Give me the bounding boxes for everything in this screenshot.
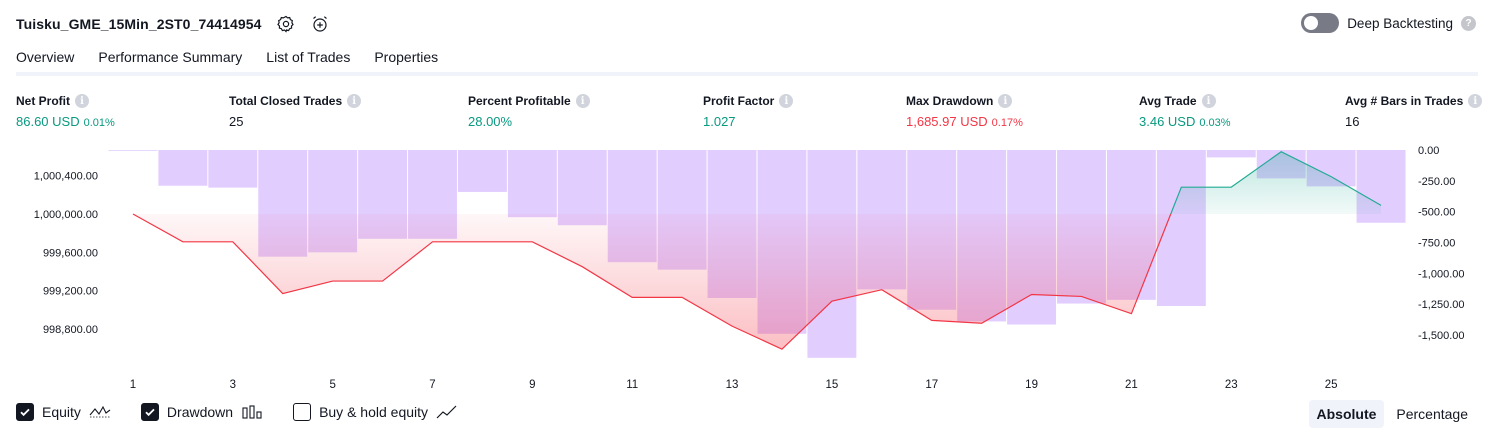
- drawdown-bar: [1206, 150, 1256, 158]
- drawdown-bar: [108, 150, 158, 151]
- metric-percent: 0.03%: [1199, 117, 1231, 129]
- metric-value: 3.46 USD: [1139, 114, 1196, 129]
- metric-label: Profit Factor: [703, 94, 775, 108]
- metric-value: 25: [229, 114, 244, 129]
- drawdown-bar: [158, 150, 208, 186]
- left-axis-tick: 999,200.00: [43, 286, 98, 298]
- legend-equity[interactable]: Equity: [16, 403, 111, 421]
- legend-buy-hold-equity[interactable]: Buy & hold equity: [293, 403, 458, 421]
- legend-drawdown[interactable]: Drawdown: [140, 403, 263, 421]
- metric-label: Avg # Bars in Trades: [1345, 94, 1464, 108]
- equity-drawdown-chart[interactable]: 1,000,400.00 1,000,000.00 999,600.00 999,20…: [0, 140, 1494, 395]
- drawdown-checkbox[interactable]: [140, 403, 159, 421]
- metric-total-closed-trades: Total Closed Trades i 25: [229, 94, 362, 129]
- metric-value: 16: [1345, 114, 1360, 129]
- metric-percent-profitable: Percent Profitable i 28.00%: [468, 94, 590, 129]
- right-axis-tick: -250.00: [1418, 176, 1455, 188]
- drawdown-bar: [457, 150, 507, 192]
- tab-properties[interactable]: Properties: [374, 46, 438, 74]
- strategy-header: Tuisku_GME_15Min_2ST0_74414954: [16, 12, 330, 36]
- x-axis-tick: 19: [1025, 379, 1038, 391]
- metric-value: 86.60 USD: [16, 114, 80, 129]
- info-icon[interactable]: i: [75, 94, 89, 108]
- right-axis-tick: -1,500.00: [1418, 330, 1464, 342]
- legend-label: Buy & hold equity: [319, 404, 429, 420]
- info-icon[interactable]: i: [1201, 94, 1216, 108]
- x-axis-tick: 1: [130, 379, 136, 391]
- x-axis-tick: 11: [626, 379, 638, 391]
- metric-label: Total Closed Trades: [229, 94, 343, 108]
- metric-avg-bars-in-trades: Avg # Bars in Trades i 16: [1345, 94, 1483, 129]
- x-axis-tick: 7: [429, 379, 435, 391]
- left-axis-tick: 1,000,400.00: [34, 171, 98, 183]
- tab-divider: [16, 72, 1478, 76]
- strategy-title: Tuisku_GME_15Min_2ST0_74414954: [16, 16, 262, 32]
- info-icon[interactable]: i: [779, 94, 794, 108]
- metric-net-profit: Net Profit i 86.60 USD 0.01%: [16, 94, 115, 129]
- help-icon[interactable]: ?: [1461, 15, 1476, 31]
- bars-icon: [242, 405, 262, 419]
- right-axis-tick: -750.00: [1418, 238, 1455, 250]
- drawdown-bar: [557, 150, 607, 226]
- metric-percent: 0.17%: [991, 117, 1023, 129]
- tab-performance-summary[interactable]: Performance Summary: [98, 46, 242, 74]
- right-axis-tick: -1,000.00: [1418, 268, 1464, 280]
- deep-backtesting-label: Deep Backtesting: [1347, 15, 1453, 31]
- left-axis-tick: 998,800.00: [43, 324, 98, 336]
- metric-label: Avg Trade: [1139, 94, 1197, 108]
- legend-label: Equity: [42, 404, 81, 420]
- metric-max-drawdown: Max Drawdown i 1,685.97 USD 0.17%: [906, 94, 1023, 129]
- x-axis-tick: 23: [1225, 379, 1238, 391]
- metric-value: 1.027: [703, 114, 736, 129]
- value-mode-switch: Absolute Percentage: [1308, 400, 1477, 428]
- x-axis-tick: 21: [1125, 379, 1138, 391]
- deep-backtesting-toggle[interactable]: [1301, 13, 1340, 33]
- x-axis-tick: 25: [1325, 379, 1338, 391]
- tab-list-of-trades[interactable]: List of Trades: [266, 46, 350, 74]
- buy-hold-checkbox[interactable]: [293, 403, 312, 421]
- gear-icon[interactable]: [276, 14, 296, 34]
- info-icon[interactable]: i: [998, 94, 1013, 108]
- metric-value: 1,685.97 USD: [906, 114, 988, 129]
- deep-backtesting: Deep Backtesting ?: [1301, 13, 1476, 33]
- tab-overview[interactable]: Overview: [16, 46, 75, 76]
- metric-label: Net Profit: [16, 94, 70, 108]
- x-axis-tick: 17: [925, 379, 938, 391]
- x-axis-tick: 9: [529, 379, 535, 391]
- metric-label: Percent Profitable: [468, 94, 571, 108]
- equity-loss-area: [132, 214, 1171, 350]
- report-tabs: Overview Performance Summary List of Tra…: [16, 46, 438, 76]
- absolute-button[interactable]: Absolute: [1308, 400, 1385, 428]
- metric-avg-trade: Avg Trade i 3.46 USD 0.03%: [1139, 94, 1231, 129]
- right-axis-tick: -500.00: [1418, 207, 1455, 219]
- legend-label: Drawdown: [166, 404, 234, 420]
- right-axis-tick: -1,250.00: [1418, 299, 1464, 311]
- x-axis-tick: 5: [329, 379, 335, 391]
- metric-percent: 0.01%: [83, 117, 115, 129]
- x-axis-tick: 3: [230, 379, 236, 391]
- equity-checkbox[interactable]: [16, 403, 34, 421]
- metric-profit-factor: Profit Factor i 1.027: [703, 94, 794, 129]
- equity-line-icon: [89, 405, 111, 418]
- chart-legend: Equity Drawdown Buy & hold equity: [16, 403, 488, 421]
- info-icon[interactable]: i: [347, 94, 362, 108]
- left-axis-tick: 999,600.00: [43, 247, 98, 259]
- drawdown-bar: [507, 150, 557, 218]
- info-icon[interactable]: i: [1468, 94, 1483, 108]
- percentage-button[interactable]: Percentage: [1388, 400, 1476, 428]
- x-axis-tick: 15: [825, 379, 838, 391]
- metric-label: Max Drawdown: [906, 94, 994, 108]
- left-axis-tick: 1,000,000.00: [34, 209, 98, 221]
- alarm-clock-plus-icon[interactable]: [310, 14, 330, 34]
- info-icon[interactable]: i: [575, 94, 590, 108]
- x-axis-tick: 13: [726, 379, 739, 391]
- right-axis-tick: 0.00: [1418, 145, 1439, 157]
- trend-line-icon: [436, 405, 457, 419]
- metric-value: 28.00%: [468, 114, 513, 129]
- drawdown-bar: [208, 150, 258, 188]
